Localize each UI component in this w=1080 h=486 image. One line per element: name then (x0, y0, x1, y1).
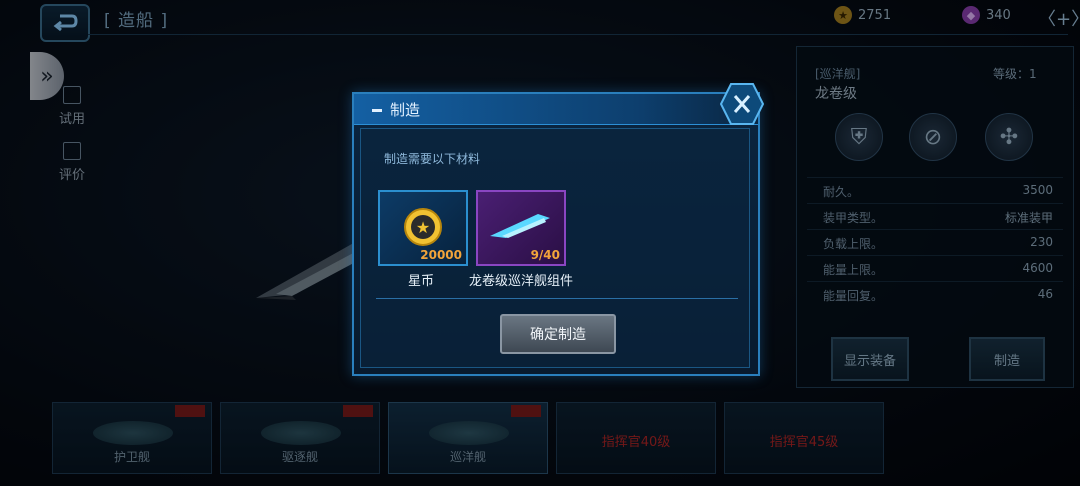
star-coin-icon: ★ (404, 208, 442, 246)
material-qty: 20000 (420, 248, 462, 262)
material-qty: 9/40 (530, 248, 560, 262)
ship-component-icon (490, 214, 550, 238)
dialog-title: 制造 (372, 99, 420, 120)
material-slot-cruiser-component[interactable]: 9/40 (476, 190, 566, 266)
dialog-title-text: 制造 (390, 101, 421, 119)
dialog-divider (376, 298, 738, 299)
confirm-build-button[interactable]: 确定制造 (500, 314, 616, 354)
close-icon[interactable] (720, 82, 764, 126)
minus-icon (372, 109, 382, 112)
materials-prompt: 制造需要以下材料 (384, 152, 481, 166)
material-slot-star-coin[interactable]: ★ 20000 (378, 190, 468, 266)
material-name: 星币 (407, 274, 434, 289)
dialog-header: 制造 (354, 94, 758, 125)
material-name: 龙卷级巡洋舰组件 (468, 274, 573, 289)
